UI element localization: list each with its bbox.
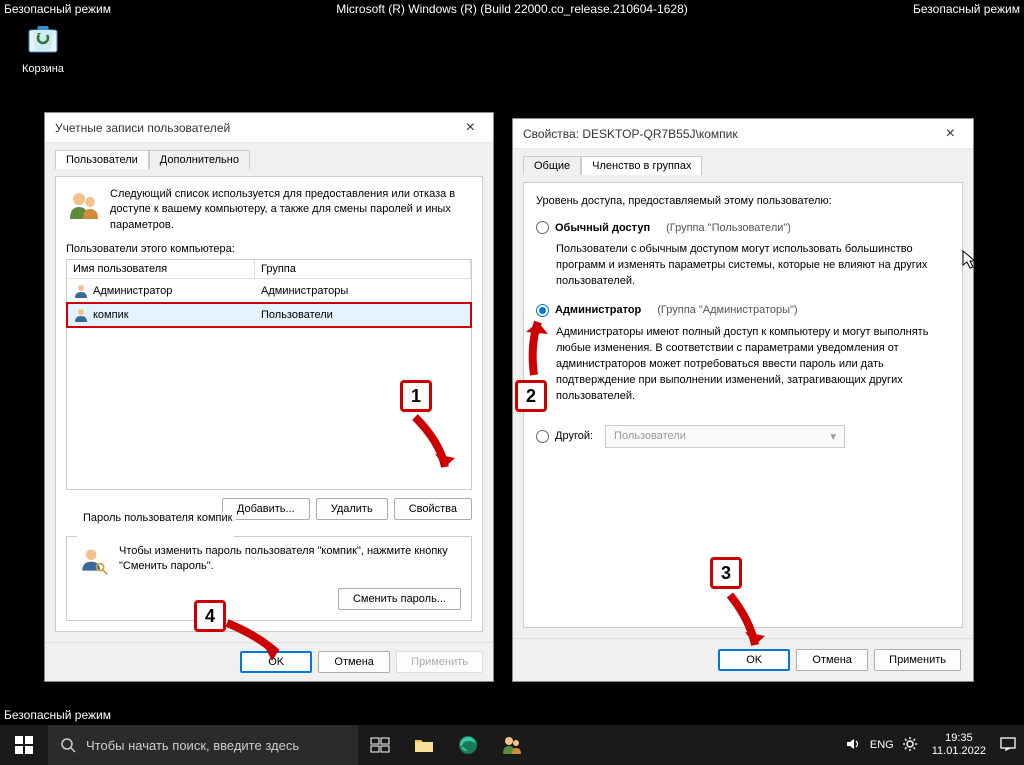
radio-icon (536, 430, 549, 443)
annotation-2: 2 (515, 380, 547, 412)
search-icon (60, 737, 76, 753)
users-icon (501, 735, 523, 755)
clock[interactable]: 19:35 11.01.2022 (926, 732, 992, 758)
radio-label: Обычный доступ (555, 222, 650, 234)
standard-user-desc: Пользователи с обычным доступом могут ис… (556, 242, 950, 290)
search-placeholder: Чтобы начать поиск, введите здесь (86, 738, 299, 753)
tabs: Пользователи Дополнительно (55, 149, 483, 168)
info-text: Следующий список используется для предос… (110, 187, 472, 233)
system-tray: ENG 19:35 11.01.2022 (846, 725, 1024, 765)
properties-title: Свойства: DESKTOP-QR7B55J\компик (523, 127, 738, 141)
combo-value: Пользователи (614, 430, 686, 442)
group-hint: (Группа "Администраторы") (657, 304, 797, 316)
safe-mode-label-bottomleft: Безопасный режим (4, 708, 111, 722)
annotation-4: 4 (194, 600, 226, 632)
users-list-label: Пользователи этого компьютера: (66, 243, 472, 255)
recycle-bin-icon[interactable]: Корзина (22, 20, 64, 75)
cancel-button[interactable]: Отмена (318, 651, 390, 673)
properties-titlebar[interactable]: Свойства: DESKTOP-QR7B55J\компик × (513, 119, 973, 149)
annotation-3: 3 (710, 557, 742, 589)
chevron-down-icon: ▾ (831, 430, 837, 443)
edge-button[interactable] (446, 725, 490, 765)
time-label: 19:35 (932, 732, 986, 745)
change-password-button[interactable]: Сменить пароль... (338, 588, 461, 610)
notifications-icon[interactable] (1000, 737, 1016, 754)
safe-mode-label-topleft: Безопасный режим (4, 2, 111, 16)
user-accounts-taskbar-button[interactable] (490, 725, 534, 765)
table-row[interactable]: Администратор Администраторы (67, 279, 471, 303)
radio-other[interactable]: Другой: (536, 430, 593, 443)
group-cell: Пользователи (255, 305, 471, 325)
username-cell: компик (93, 309, 129, 321)
windows-build-label: Microsoft (R) Windows (R) (Build 22000.c… (336, 2, 688, 16)
administrator-desc: Администраторы имеют полный доступ к ком… (556, 325, 950, 405)
start-button[interactable] (0, 725, 48, 765)
users-icon (66, 187, 102, 223)
password-text: Чтобы изменить пароль пользователя "комп… (119, 544, 461, 576)
properties-button[interactable]: Свойства (394, 498, 472, 520)
task-view-button[interactable] (358, 725, 402, 765)
username-cell: Администратор (93, 285, 172, 297)
table-header: Имя пользователя Группа (67, 260, 471, 279)
date-label: 11.01.2022 (932, 745, 986, 758)
access-level-heading: Уровень доступа, предоставляемый этому п… (536, 195, 950, 207)
recycle-bin-label: Корзина (22, 63, 64, 75)
user-icon (73, 307, 89, 323)
password-groupbox: Пароль пользователя компик Чтобы изменит… (66, 530, 472, 621)
password-legend: Пароль пользователя компик (79, 512, 236, 524)
radio-icon (536, 221, 549, 234)
taskbar: Чтобы начать поиск, введите здесь ENG (0, 725, 1024, 765)
language-indicator[interactable]: ENG (870, 739, 894, 751)
radio-administrator[interactable]: Администратор (Группа "Администраторы") (536, 304, 950, 317)
apply-button[interactable]: Применить (874, 649, 961, 671)
trash-icon (25, 20, 61, 56)
search-input[interactable]: Чтобы начать поиск, введите здесь (48, 725, 358, 765)
mouse-cursor-icon (962, 250, 978, 270)
annotation-arrow-4 (222, 615, 292, 665)
radio-standard-user[interactable]: Обычный доступ (Группа "Пользователи") (536, 221, 950, 234)
radio-label: Администратор (555, 304, 641, 316)
user-accounts-title: Учетные записи пользователей (55, 121, 230, 135)
file-explorer-button[interactable] (402, 725, 446, 765)
user-icon (73, 283, 89, 299)
edge-icon (458, 735, 478, 755)
column-group[interactable]: Группа (255, 260, 471, 278)
user-key-icon (77, 544, 109, 576)
table-row[interactable]: компик Пользователи (67, 303, 471, 327)
tabs: Общие Членство в группах (523, 155, 963, 174)
settings-icon[interactable] (902, 736, 918, 755)
group-cell: Администраторы (255, 281, 471, 301)
tab-users[interactable]: Пользователи (55, 150, 149, 169)
apply-button[interactable]: Применить (396, 651, 483, 673)
close-icon[interactable]: × (458, 119, 483, 137)
windows-icon (15, 736, 33, 754)
remove-button[interactable]: Удалить (316, 498, 388, 520)
group-combo[interactable]: Пользователи ▾ (605, 425, 845, 448)
folder-icon (414, 737, 434, 753)
cancel-button[interactable]: Отмена (796, 649, 868, 671)
column-username[interactable]: Имя пользователя (67, 260, 255, 278)
annotation-arrow-3 (710, 590, 770, 660)
tab-general[interactable]: Общие (523, 156, 581, 175)
volume-icon[interactable] (846, 737, 862, 754)
annotation-1: 1 (400, 380, 432, 412)
user-accounts-titlebar[interactable]: Учетные записи пользователей × (45, 113, 493, 143)
group-hint: (Группа "Пользователи") (666, 222, 791, 234)
safe-mode-label-topright: Безопасный режим (913, 2, 1020, 16)
task-view-icon (370, 737, 390, 753)
radio-label: Другой: (555, 430, 593, 442)
tab-advanced[interactable]: Дополнительно (149, 150, 250, 169)
annotation-arrow-2 (516, 310, 556, 380)
tab-membership[interactable]: Членство в группах (581, 156, 702, 175)
close-icon[interactable]: × (938, 125, 963, 143)
annotation-arrow-1 (400, 412, 460, 482)
